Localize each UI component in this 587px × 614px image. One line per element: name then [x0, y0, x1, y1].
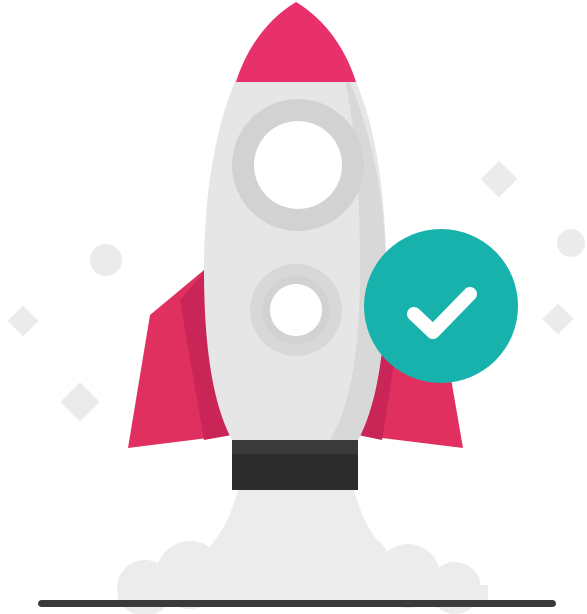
decor-circle-left [90, 244, 122, 276]
decor-diamond-right [542, 303, 574, 335]
decor-circle-right [557, 229, 585, 257]
rocket-nose [236, 2, 356, 82]
decor-diamond-lower-left [60, 382, 100, 422]
rocket-illustration [7, 2, 585, 614]
decor-diamond-left [7, 305, 39, 337]
decor-diamond-upper-right [480, 160, 518, 198]
badge-circle [364, 229, 518, 383]
ground-line [38, 600, 556, 607]
window-large [254, 121, 342, 209]
smoke-cloud [117, 490, 488, 614]
window-small [270, 284, 322, 336]
nozzle-band-highlight [232, 438, 358, 454]
success-badge [364, 229, 518, 383]
